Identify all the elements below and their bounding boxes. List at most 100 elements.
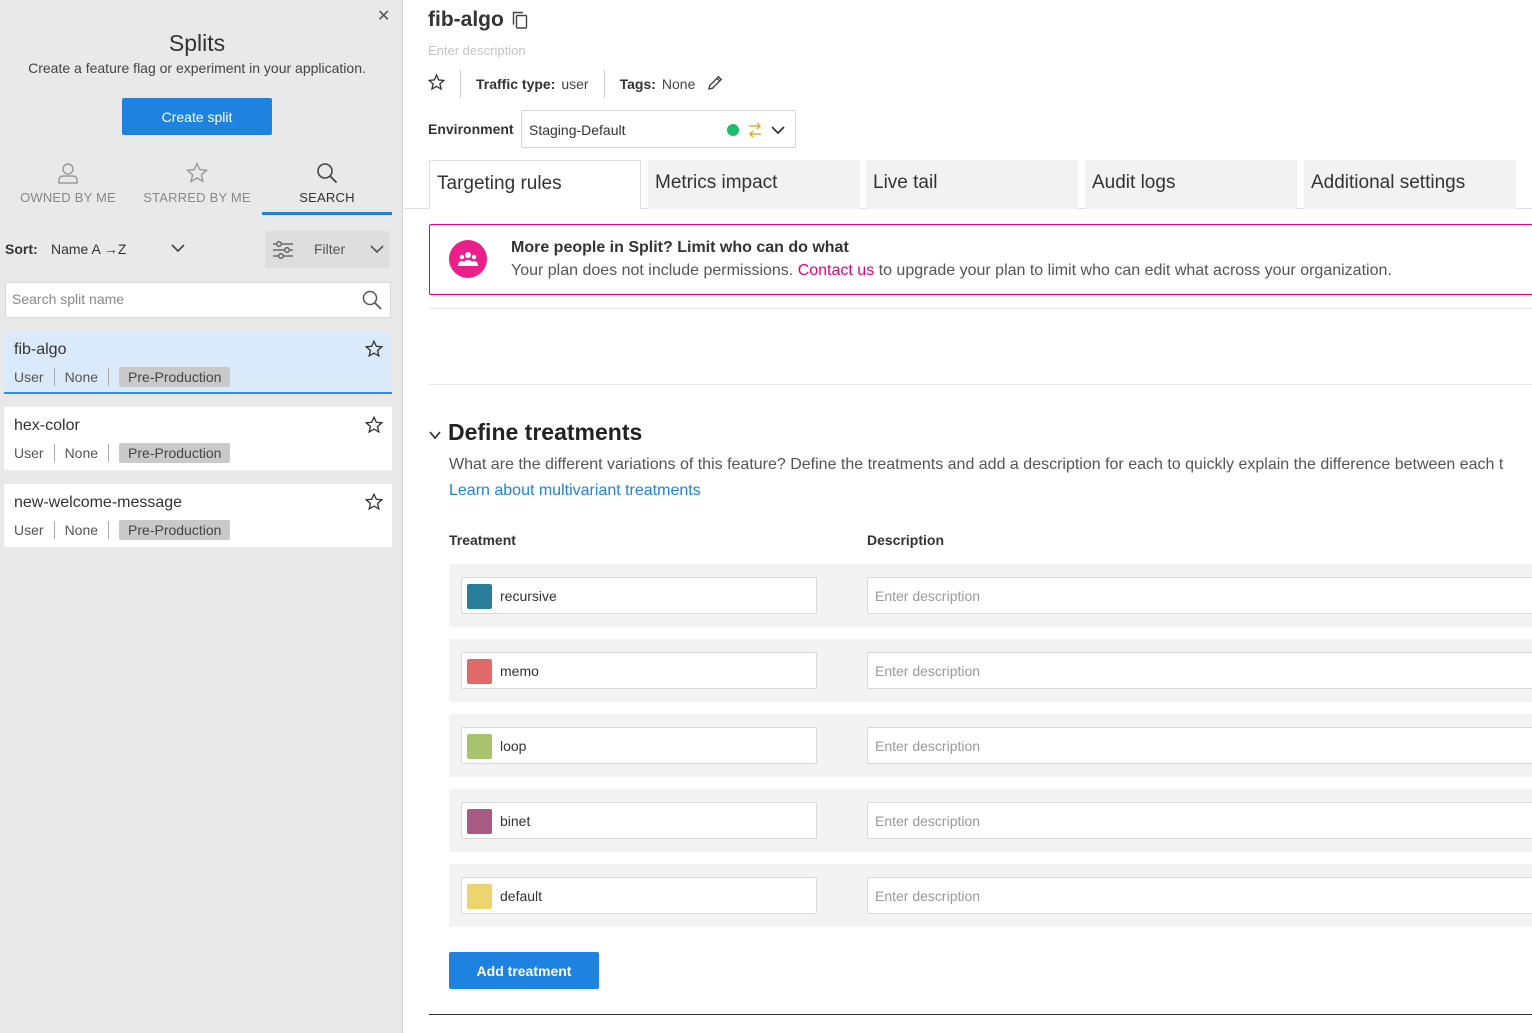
- page-title: fib-algo: [428, 8, 504, 31]
- treatment-row: memo: [449, 639, 1532, 702]
- chevron-down-icon[interactable]: [429, 428, 441, 446]
- tab-starred-by-me-label: STARRED BY ME: [143, 190, 251, 205]
- treatment-name-field[interactable]: binet: [461, 802, 817, 839]
- split-detail-panel: fib-algo Enter description Traffic type:…: [404, 0, 1532, 1033]
- environment-label: Environment: [428, 121, 514, 137]
- star-icon[interactable]: [427, 73, 446, 94]
- treatment-description-field: [867, 727, 1532, 764]
- tab-owned-by-me[interactable]: OWNED BY ME: [3, 160, 133, 215]
- treatment-name: binet: [500, 813, 531, 829]
- treatment-description-input[interactable]: [875, 813, 1475, 829]
- color-swatch[interactable]: [467, 659, 492, 684]
- split-meta-row: Traffic type: user Tags: None: [427, 70, 724, 98]
- split-list-item[interactable]: fib-algo User None Pre-Production: [4, 331, 392, 394]
- split-tags: None: [64, 369, 99, 385]
- treatment-description-field: [867, 802, 1532, 839]
- treatment-description-input[interactable]: [875, 888, 1475, 904]
- split-meta: User None Pre-Production: [14, 443, 231, 463]
- status-dot-icon: [727, 124, 739, 136]
- people-icon: [449, 240, 487, 278]
- pencil-icon[interactable]: [707, 74, 724, 94]
- banner-text: Your plan does not include permissions. …: [511, 262, 1392, 280]
- traffic-type-value: user: [561, 76, 589, 92]
- filter-label: Filter: [314, 241, 346, 257]
- tab-owned-by-me-label: OWNED BY ME: [20, 190, 116, 205]
- treatment-name-field[interactable]: default: [461, 877, 817, 914]
- treatment-name-field[interactable]: recursive: [461, 577, 817, 614]
- permissions-banner: More people in Split? Limit who can do w…: [429, 224, 1532, 295]
- split-list-item[interactable]: new-welcome-message User None Pre-Produc…: [4, 484, 392, 547]
- split-traffic-type: User: [14, 445, 44, 461]
- sidebar-subtitle: Create a feature flag or experiment in y…: [28, 60, 366, 76]
- tags-value: None: [661, 76, 696, 92]
- star-icon: [186, 162, 208, 183]
- color-swatch[interactable]: [467, 584, 492, 609]
- environment-select[interactable]: Staging-Default: [521, 110, 796, 148]
- banner-text-before: Your plan does not include permissions.: [511, 262, 794, 279]
- search-split-field: [5, 282, 391, 318]
- treatment-name: loop: [500, 738, 527, 754]
- split-tags: None: [64, 522, 99, 538]
- search-split-input[interactable]: [12, 291, 352, 307]
- treatment-name-field[interactable]: loop: [461, 727, 817, 764]
- tab-audit-logs[interactable]: Audit logs: [1085, 160, 1297, 209]
- treatment-name: default: [500, 888, 543, 904]
- status-badge: Pre-Production: [119, 520, 231, 540]
- split-tags: None: [64, 445, 99, 461]
- treatment-column-header: Treatment: [449, 532, 516, 548]
- tab-targeting-rules[interactable]: Targeting rules: [429, 160, 641, 209]
- treatment-description-input[interactable]: [875, 738, 1475, 754]
- tab-search[interactable]: SEARCH: [262, 160, 392, 215]
- close-icon[interactable]: ✕: [377, 9, 390, 25]
- splits-sidebar: ✕ Splits Create a feature flag or experi…: [0, 0, 403, 1033]
- treatment-name: recursive: [500, 588, 557, 604]
- chevron-down-icon[interactable]: [170, 240, 186, 261]
- tab-metrics-impact[interactable]: Metrics impact: [648, 160, 860, 209]
- filter-button[interactable]: Filter: [265, 231, 390, 268]
- split-traffic-type: User: [14, 522, 44, 538]
- split-name: hex-color: [14, 417, 80, 434]
- color-swatch[interactable]: [467, 809, 492, 834]
- add-treatment-button[interactable]: Add treatment: [449, 952, 599, 989]
- traffic-type-label: Traffic type:: [476, 76, 556, 92]
- search-icon: [317, 163, 338, 184]
- split-list-item[interactable]: hex-color User None Pre-Production: [4, 407, 392, 470]
- user-icon: [58, 163, 78, 184]
- treatment-description-input[interactable]: [875, 663, 1475, 679]
- description-field[interactable]: Enter description: [428, 43, 526, 58]
- swap-icon: [747, 121, 763, 144]
- section-description: What are the different variations of thi…: [449, 456, 1504, 473]
- split-name: new-welcome-message: [14, 494, 183, 511]
- sort-value[interactable]: Name A →Z: [51, 241, 126, 257]
- star-icon[interactable]: [364, 415, 384, 439]
- treatment-name-field[interactable]: memo: [461, 652, 817, 689]
- tab-live-tail[interactable]: Live tail: [866, 160, 1078, 209]
- search-icon[interactable]: [362, 290, 382, 315]
- tab-starred-by-me[interactable]: STARRED BY ME: [132, 160, 262, 215]
- status-badge: Pre-Production: [119, 367, 231, 387]
- star-icon[interactable]: [364, 492, 384, 516]
- status-badge: Pre-Production: [119, 443, 231, 463]
- copy-icon[interactable]: [512, 11, 528, 34]
- split-meta: User None Pre-Production: [14, 520, 231, 540]
- multivariant-treatments-link[interactable]: Learn about multivariant treatments: [449, 482, 701, 500]
- color-swatch[interactable]: [467, 734, 492, 759]
- banner-text-after: to upgrade your plan to limit who can ed…: [878, 262, 1392, 279]
- treatment-row: default: [449, 864, 1532, 927]
- contact-us-link[interactable]: Contact us: [798, 262, 874, 279]
- treatment-row: binet: [449, 789, 1532, 852]
- description-column-header: Description: [867, 532, 945, 548]
- split-meta: User None Pre-Production: [14, 367, 231, 387]
- section-title: Define treatments: [448, 419, 643, 445]
- treatment-description-field: [867, 577, 1532, 614]
- star-icon[interactable]: [364, 339, 384, 363]
- color-swatch[interactable]: [467, 884, 492, 909]
- treatment-description-input[interactable]: [875, 588, 1475, 604]
- tab-additional-settings[interactable]: Additional settings: [1304, 160, 1516, 209]
- treatment-row: recursive: [449, 564, 1532, 627]
- environment-value: Staging-Default: [529, 122, 626, 138]
- sort-label: Sort:: [5, 241, 38, 257]
- treatment-row: loop: [449, 714, 1532, 777]
- sliders-icon: [272, 240, 294, 265]
- create-split-button[interactable]: Create split: [122, 98, 272, 135]
